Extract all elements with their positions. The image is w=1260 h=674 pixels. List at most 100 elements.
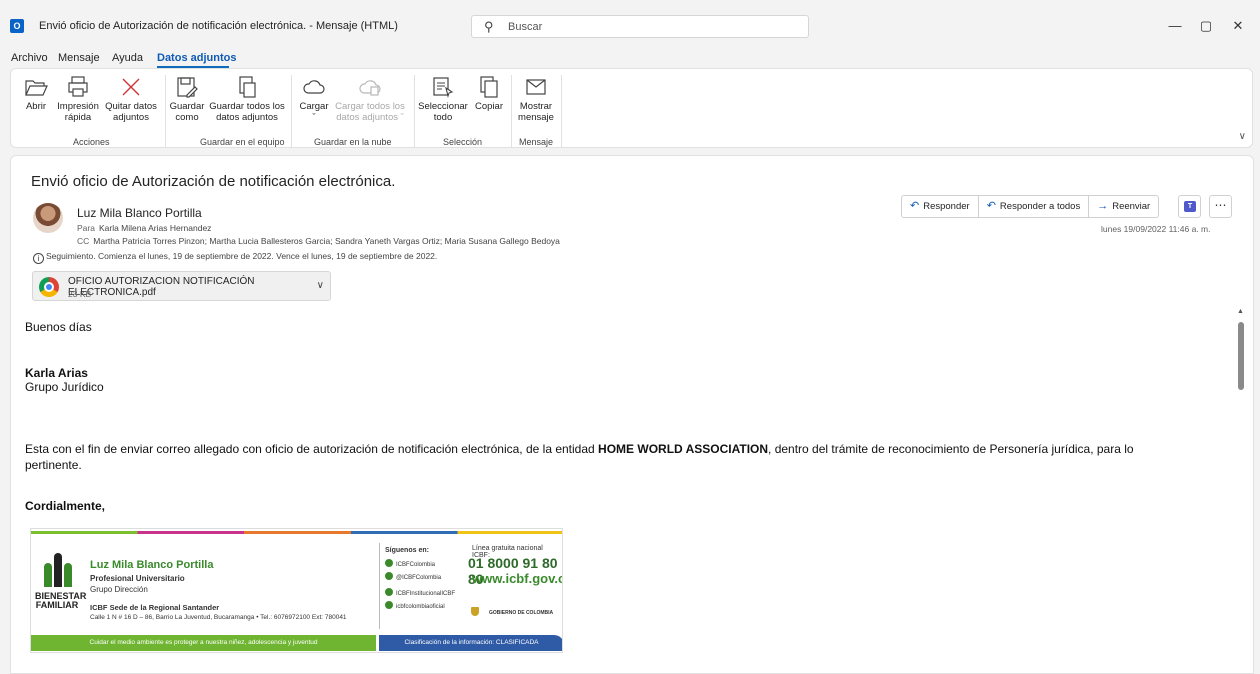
more-dots-icon: ⋯ [1214, 198, 1227, 212]
twitter-icon [385, 572, 393, 580]
group-separator [511, 75, 512, 147]
message-datetime: lunes 19/09/2022 11:46 a. m. [1101, 224, 1211, 234]
attachment-card[interactable]: OFICIO AUTORIZACION NOTIFICACIÓN ELECTRO… [32, 271, 331, 301]
folder-open-icon [25, 80, 48, 96]
body-para-part-b: , dentro del trámite de reconocimiento d… [768, 442, 1134, 456]
body-greeting: Buenos días [25, 320, 92, 334]
group-separator [561, 75, 562, 147]
guardar-todos-button[interactable]: Guardar todos los datos adjuntos [207, 75, 287, 123]
reply-label: Responder [923, 201, 970, 212]
signature-siguenos: Síguenos en: [385, 547, 429, 554]
chrome-icon [39, 277, 59, 297]
mostrar-label-1: Mostrar [519, 101, 553, 112]
social-twitter: @ICBFColombia [385, 572, 441, 581]
colombia-shield-icon [471, 607, 479, 616]
guardar-todos-label-2: datos adjuntos [216, 112, 278, 123]
ribbon: Abrir Impresión rápida Quitar datos adju… [10, 68, 1253, 148]
followup-info: i Seguimiento. Comienza el lunes, 19 de s… [33, 251, 437, 264]
menu-ayuda[interactable]: Ayuda [112, 52, 143, 64]
cargar-todos-label-1: Cargar todos los [335, 101, 405, 112]
signature-divider [379, 543, 380, 629]
seleccionar-todo-button[interactable]: Seleccionar todo [417, 75, 469, 123]
search-icon: ⚲ [484, 19, 494, 34]
message-actions: ↶ Responder ↶ Responder a todos → Reenviar [901, 195, 1160, 218]
body-paragraph: Esta con el fin de enviar correo allegad… [25, 441, 1215, 473]
impresion-rapida-button[interactable]: Impresión rápida [55, 75, 101, 123]
signature-group: Grupo Dirección [90, 585, 148, 594]
cloud-icon [303, 80, 325, 94]
minimize-button[interactable]: — [1160, 16, 1190, 36]
to-label: Para [77, 223, 95, 233]
facebook-icon [385, 559, 393, 567]
reply-all-label: Responder a todos [999, 201, 1081, 212]
forward-label: Reenviar [1112, 201, 1151, 212]
cargar-label-2: ˇ [312, 112, 316, 123]
social-youtube: ICBFInstitucionalICBF [385, 588, 455, 597]
window-title: Envió oficio de Autorización de notifica… [39, 20, 398, 32]
attachment-size: 23 KB [68, 289, 92, 299]
body-group: Grupo Jurídico [25, 380, 104, 394]
cargar-button[interactable]: Cargar ˇ [297, 75, 331, 123]
signature-web: www.icbf.gov.co [472, 571, 562, 586]
title-bar: O Envió oficio de Autorización de notifi… [0, 0, 1260, 48]
quitar-datos-adjuntos-button[interactable]: Quitar datos adjuntos [103, 75, 159, 123]
cargar-todos-button[interactable]: Cargar todos los datos adjuntos ˇ [333, 75, 407, 123]
restore-button[interactable]: ▢ [1191, 16, 1221, 36]
ribbon-expand-chevron-icon[interactable]: ∨ [1239, 131, 1246, 142]
signature-footer-left: Cuidar el medio ambiente es proteger a n… [31, 635, 376, 651]
to-recipients[interactable]: Karla Milena Arias Hernandez [99, 223, 211, 233]
menu-datos-adjuntos[interactable]: Datos adjuntos [157, 52, 236, 64]
delete-x-icon [122, 78, 140, 96]
sender-name[interactable]: Luz Mila Blanco Portilla [77, 206, 202, 220]
abrir-button[interactable]: Abrir [19, 75, 53, 112]
search-placeholder: Buscar [508, 21, 543, 33]
close-button[interactable]: ✕ [1223, 16, 1253, 36]
save-all-icon [239, 76, 256, 98]
signature-address: Calle 1 N # 16 D – 86, Barrio La Juventu… [90, 614, 347, 621]
forward-button[interactable]: → Reenviar [1089, 196, 1158, 217]
seleccionar-label-1: Seleccionar [418, 101, 468, 112]
mostrar-mensaje-button[interactable]: Mostrar mensaje [515, 75, 557, 123]
reading-pane: Envió oficio de Autorización de notifica… [10, 155, 1254, 674]
search-input[interactable]: ⚲ Buscar [471, 15, 809, 38]
body-para-part-c: pertinente. [25, 458, 82, 472]
reply-button[interactable]: ↶ Responder [902, 196, 979, 217]
group-separator [291, 75, 292, 147]
menu-mensaje[interactable]: Mensaje [58, 52, 100, 64]
quitar-label-2: adjuntos [113, 112, 149, 123]
more-options-button[interactable]: ⋯ [1209, 195, 1232, 218]
printer-icon [68, 76, 88, 97]
scrollbar-thumb[interactable] [1238, 322, 1244, 390]
social-youtube-label: ICBFInstitucionalICBF [396, 591, 456, 597]
cc-label: CC [77, 236, 90, 246]
social-instagram-label: icbfcolombiaoficial [396, 604, 445, 610]
reply-all-button[interactable]: ↶ Responder a todos [979, 196, 1090, 217]
guardar-como-label-2: como [175, 112, 199, 123]
guardar-como-button[interactable]: Guardar como [169, 75, 205, 123]
copiar-button[interactable]: Copiar [471, 75, 507, 112]
menu-archivo[interactable]: Archivo [11, 52, 48, 64]
social-facebook-label: ICBFColombia [396, 562, 436, 568]
mostrar-label-2: mensaje [518, 112, 554, 123]
impresion-label-2: rápida [64, 112, 92, 123]
cargar-todos-label-2: datos adjuntos ˇ [336, 112, 404, 123]
sender-avatar[interactable] [33, 203, 63, 233]
attachment-name: OFICIO AUTORIZACION NOTIFICACIÓN ELECTRO… [68, 276, 255, 298]
group-seleccion: Selección [443, 137, 483, 147]
social-instagram: icbfcolombiaoficial [385, 601, 445, 610]
teams-icon: T [1184, 201, 1196, 212]
reply-all-icon: ↶ [986, 200, 996, 212]
instagram-icon [385, 601, 393, 609]
message-subject: Envió oficio de Autorización de notifica… [31, 173, 396, 190]
scroll-up-icon[interactable]: ▲ [1237, 308, 1244, 315]
info-icon: i [33, 253, 44, 264]
impresion-label-1: Impresión [57, 101, 99, 112]
signature-color-bar [31, 531, 562, 534]
cc-recipients[interactable]: Martha Patricia Torres Pinzon; Martha Lu… [93, 236, 560, 246]
body-name: Karla Arias [25, 366, 88, 380]
teams-button[interactable]: T [1178, 195, 1201, 218]
signature-footer-right: Clasificación de la información: CLASIFI… [379, 635, 562, 651]
group-acciones: Acciones [73, 137, 110, 147]
group-guardar-equipo: Guardar en el equipo [200, 137, 285, 147]
chevron-down-icon[interactable]: ∨ [317, 280, 324, 291]
